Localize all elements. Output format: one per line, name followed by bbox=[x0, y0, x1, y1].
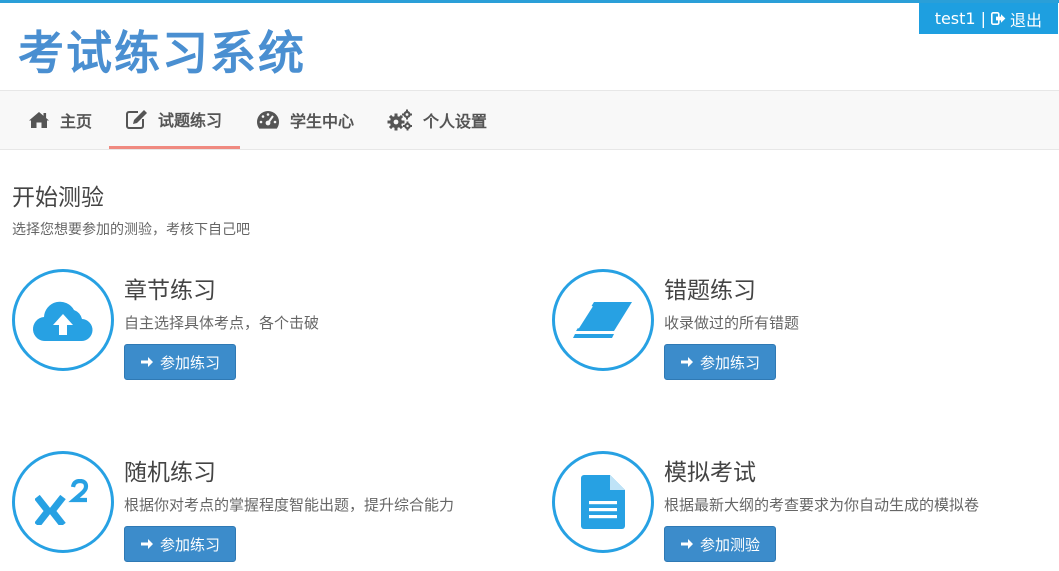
nav-item-student-center[interactable]: 学生中心 bbox=[256, 91, 354, 149]
button-label: 参加测验 bbox=[700, 535, 761, 554]
join-mock-exam-button[interactable]: 参加测验 bbox=[664, 526, 777, 562]
card-chapter-practice: 章节练习 自主选择具体考点，各个击破 参加练习 bbox=[12, 269, 492, 389]
card-mistake-practice: 错题练习 收录做过的所有错题 参加练习 bbox=[552, 269, 1032, 389]
arrow-right-icon bbox=[681, 539, 693, 549]
eraser-icon bbox=[573, 302, 632, 338]
card-title: 错题练习 bbox=[664, 278, 756, 304]
arrow-right-icon bbox=[141, 539, 153, 549]
card-title: 随机练习 bbox=[124, 460, 216, 486]
file-text-icon bbox=[581, 475, 625, 529]
nav-item-label: 个人设置 bbox=[423, 112, 488, 131]
user-separator: | bbox=[980, 9, 986, 28]
nav-item-label: 主页 bbox=[60, 112, 93, 131]
arrow-right-icon bbox=[681, 357, 693, 367]
logout-button[interactable]: 退出 bbox=[990, 7, 1042, 31]
card-description: 自主选择具体考点，各个击破 bbox=[124, 314, 320, 332]
card-icon-circle bbox=[12, 269, 114, 371]
gears-icon bbox=[387, 109, 412, 131]
card-icon-circle bbox=[552, 451, 654, 553]
sign-out-icon bbox=[990, 12, 1006, 25]
join-random-practice-button[interactable]: 参加练习 bbox=[124, 526, 237, 562]
card-title: 模拟考试 bbox=[664, 460, 756, 486]
app-title: 考试练习系统 bbox=[18, 26, 306, 80]
cloud-upload-icon bbox=[32, 301, 93, 342]
join-mistake-practice-button[interactable]: 参加练习 bbox=[664, 344, 777, 380]
nav-item-practice[interactable]: 试题练习 bbox=[109, 91, 240, 149]
nav-item-label: 试题练习 bbox=[158, 110, 223, 130]
main-nav: 主页 试题练习 学生中心 个人设置 bbox=[0, 90, 1059, 150]
card-description: 收录做过的所有错题 bbox=[664, 314, 800, 332]
button-label: 参加练习 bbox=[700, 353, 761, 372]
card-mock-exam: 模拟考试 根据最新大纲的考查要求为你自动生成的模拟卷 参加测验 bbox=[552, 451, 1032, 571]
card-icon-circle bbox=[12, 451, 114, 553]
arrow-right-icon bbox=[141, 357, 153, 367]
dashboard-icon bbox=[257, 111, 279, 129]
card-icon-circle bbox=[552, 269, 654, 371]
card-description: 根据最新大纲的考查要求为你自动生成的模拟卷 bbox=[664, 496, 980, 514]
card-description: 根据你对考点的掌握程度智能出题，提升综合能力 bbox=[124, 496, 455, 514]
join-chapter-practice-button[interactable]: 参加练习 bbox=[124, 344, 237, 380]
nav-item-settings[interactable]: 个人设置 bbox=[387, 91, 487, 149]
card-random-practice: 随机练习 根据你对考点的掌握程度智能出题，提升综合能力 参加练习 bbox=[12, 451, 492, 571]
card-title: 章节练习 bbox=[124, 278, 216, 304]
nav-item-label: 学生中心 bbox=[290, 112, 355, 131]
user-bar: test1 | 退出 bbox=[918, 3, 1058, 34]
logout-label: 退出 bbox=[1009, 10, 1042, 30]
section-title: 开始测验 bbox=[12, 185, 104, 211]
username[interactable]: test1 bbox=[935, 9, 976, 28]
header: 考试练习系统 bbox=[0, 3, 1059, 91]
superscript-icon bbox=[35, 479, 89, 525]
button-label: 参加练习 bbox=[160, 535, 221, 554]
edit-icon bbox=[126, 109, 147, 129]
home-icon bbox=[29, 112, 49, 128]
button-label: 参加练习 bbox=[160, 353, 221, 372]
section-subtitle: 选择您想要参加的测验，考核下自己吧 bbox=[12, 222, 250, 238]
nav-item-home[interactable]: 主页 bbox=[28, 91, 92, 149]
